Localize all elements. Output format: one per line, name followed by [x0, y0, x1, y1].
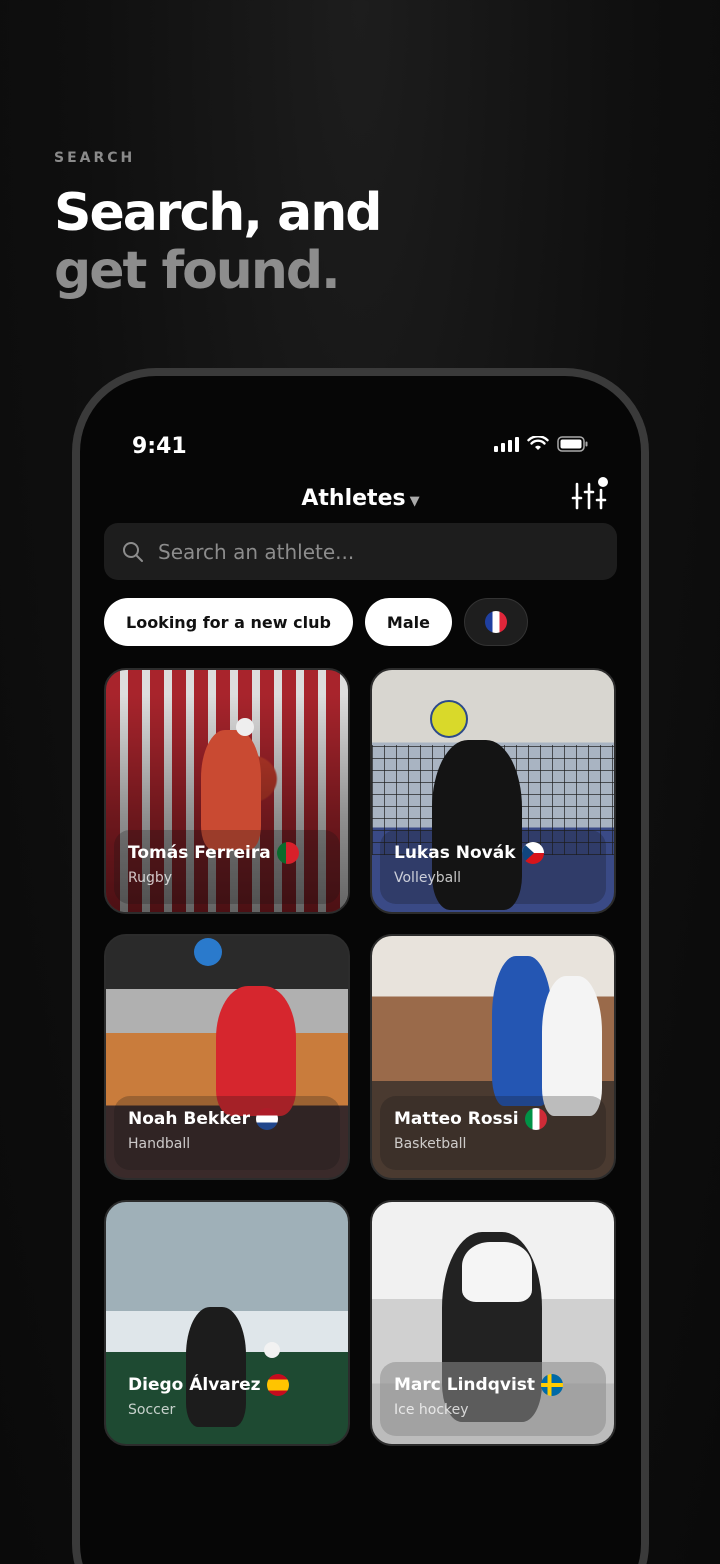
athlete-sport: Rugby — [128, 870, 173, 886]
headline-line-1: Search, and — [54, 183, 382, 243]
status-time: 9:41 — [132, 434, 187, 459]
eyebrow-label: SEARCH — [54, 150, 136, 166]
netherlands-flag-icon — [255, 1108, 278, 1130]
athlete-grid: Tomás Ferreira Rugby Lukas Novák Volleyb… — [104, 668, 616, 1446]
headline: Search, and get found. — [54, 183, 382, 301]
status-icons — [494, 436, 589, 452]
search-input[interactable]: Search an athlete... — [104, 523, 617, 580]
chip-looking-for-club[interactable]: Looking for a new club — [104, 598, 353, 646]
chevron-down-icon: ▼ — [409, 494, 420, 509]
spain-flag-icon — [266, 1374, 289, 1396]
france-flag-icon — [484, 611, 507, 633]
athlete-name: Diego Álvarez — [128, 1375, 261, 1395]
italy-flag-icon — [524, 1108, 547, 1130]
nav-title-text: Athletes — [301, 486, 406, 511]
athlete-sport: Ice hockey — [394, 1402, 469, 1418]
athlete-card[interactable]: Noah Bekker Handball — [104, 934, 350, 1180]
athlete-card[interactable]: Marc Lindqvist Ice hockey — [370, 1200, 616, 1446]
phone-screen: 9:41 Athletes ▼ Search an athlete... Loo… — [80, 376, 641, 1564]
athlete-label: Marc Lindqvist Ice hockey — [380, 1362, 606, 1436]
chip-country[interactable] — [463, 598, 528, 646]
battery-icon — [557, 436, 588, 452]
athlete-label: Noah Bekker Handball — [114, 1096, 340, 1170]
athlete-name: Marc Lindqvist — [394, 1375, 536, 1395]
athlete-name: Tomás Ferreira — [128, 843, 271, 863]
sweden-flag-icon — [541, 1374, 564, 1396]
phone-frame: 9:41 Athletes ▼ Search an athlete... Loo… — [72, 368, 649, 1564]
headline-line-2: get found. — [54, 241, 341, 301]
athlete-sport: Handball — [128, 1136, 191, 1152]
signal-icon — [494, 436, 519, 452]
search-icon — [123, 541, 143, 562]
filter-sliders-icon[interactable] — [569, 476, 609, 516]
athlete-sport: Volleyball — [394, 870, 461, 886]
wifi-icon — [527, 436, 549, 450]
athlete-card[interactable]: Lukas Novák Volleyball — [370, 668, 616, 914]
athlete-label: Diego Álvarez Soccer — [114, 1362, 340, 1436]
athlete-name: Noah Bekker — [128, 1109, 250, 1129]
athlete-card[interactable]: Diego Álvarez Soccer — [104, 1200, 350, 1446]
portugal-flag-icon — [276, 842, 299, 864]
athlete-card[interactable]: Matteo Rossi Basketball — [370, 934, 616, 1180]
search-placeholder: Search an athlete... — [158, 539, 355, 564]
athlete-label: Matteo Rossi Basketball — [380, 1096, 606, 1170]
athlete-label: Tomás Ferreira Rugby — [114, 830, 340, 904]
filter-chips: Looking for a new club Male — [104, 598, 528, 646]
athlete-sport: Soccer — [128, 1402, 176, 1418]
athlete-name: Lukas Novák — [394, 843, 516, 863]
czech-flag-icon — [521, 842, 544, 864]
nav-title-dropdown[interactable]: Athletes ▼ — [80, 486, 641, 511]
athlete-sport: Basketball — [394, 1136, 467, 1152]
chip-male[interactable]: Male — [364, 598, 452, 646]
athlete-label: Lukas Novák Volleyball — [380, 830, 606, 904]
athlete-card[interactable]: Tomás Ferreira Rugby — [104, 668, 350, 914]
athlete-name: Matteo Rossi — [394, 1109, 519, 1129]
